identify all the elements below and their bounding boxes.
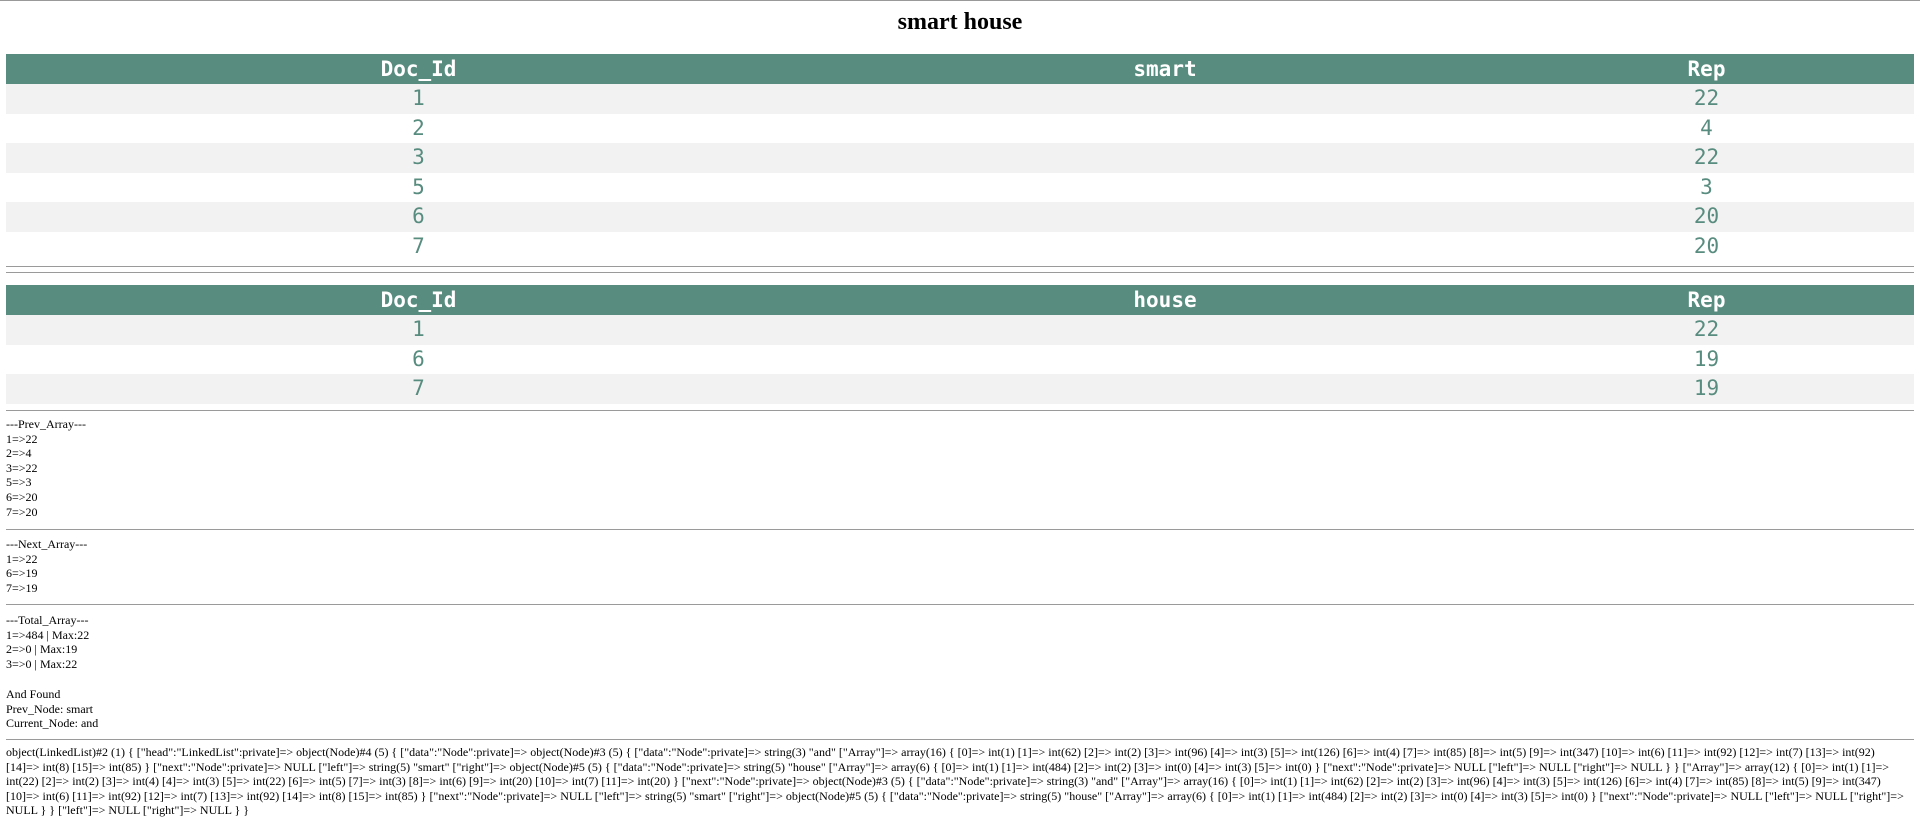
next-array-line: 6=>19 xyxy=(6,566,38,581)
prev-array-line: 2=>4 xyxy=(6,446,32,461)
total-array-block: ---Total_Array--- 1=>484 | Max:22 2=>0 |… xyxy=(6,613,89,671)
next-array-line: 7=>19 xyxy=(6,580,38,595)
total-array-line: 1=>484 | Max:22 xyxy=(6,627,90,642)
column-header-doc-id: Doc_Id xyxy=(6,285,831,315)
smart-results-table: Doc_Id smart Rep 1 22 2 4 3 22 5 3 6 20 … xyxy=(6,54,1914,261)
cell-doc-id: 2 xyxy=(6,113,831,143)
cell-doc-id: 7 xyxy=(6,231,831,261)
column-header-doc-id: Doc_Id xyxy=(6,54,831,84)
prev-array-line: 5=>3 xyxy=(6,475,32,490)
table-row: 6 20 xyxy=(6,202,1914,232)
page-title: smart house xyxy=(897,9,1023,35)
next-array-heading: ---Next_Array--- xyxy=(6,537,88,551)
table-row: 1 22 xyxy=(6,84,1914,114)
table-row: 7 20 xyxy=(6,231,1914,261)
cell-doc-id: 6 xyxy=(6,202,831,232)
cell-rep: 3 xyxy=(1499,172,1914,202)
cell-doc-id: 6 xyxy=(6,344,831,374)
column-header-term: house xyxy=(831,285,1499,315)
prev-array-line: 7=>20 xyxy=(6,504,38,519)
divider xyxy=(6,739,1914,740)
prev-array-line: 6=>20 xyxy=(6,489,38,504)
cell-term xyxy=(831,374,1499,404)
total-array-line: 3=>0 | Max:22 xyxy=(6,656,78,671)
prev-array-heading: ---Prev_Array--- xyxy=(6,417,86,431)
table-row: 5 3 xyxy=(6,172,1914,202)
current-node-status: Current_Node: and xyxy=(6,716,99,731)
found-status: And Found xyxy=(6,687,61,701)
divider xyxy=(6,529,1914,530)
column-header-term: smart xyxy=(831,54,1499,84)
cell-rep: 19 xyxy=(1499,344,1914,374)
prev-array-block: ---Prev_Array--- 1=>22 2=>4 3=>22 5=>3 6… xyxy=(6,417,86,519)
next-array-block: ---Next_Array--- 1=>22 6=>19 7=>19 xyxy=(6,537,87,595)
cell-rep: 22 xyxy=(1499,143,1914,173)
table-row: 6 19 xyxy=(6,344,1914,374)
table-row: 1 22 xyxy=(6,315,1914,345)
cell-term xyxy=(831,315,1499,345)
cell-rep: 20 xyxy=(1499,231,1914,261)
cell-doc-id: 1 xyxy=(6,315,831,345)
linked-list-dump: object(LinkedList)#2 (1) { ["head":"Link… xyxy=(6,745,1904,818)
divider xyxy=(6,272,1914,273)
house-results-table: Doc_Id house Rep 1 22 6 19 7 19 xyxy=(6,285,1914,404)
divider xyxy=(6,410,1914,411)
cell-term xyxy=(831,84,1499,114)
cell-rep: 22 xyxy=(1499,84,1914,114)
table-header-row: Doc_Id smart Rep xyxy=(6,54,1914,84)
column-header-rep: Rep xyxy=(1499,54,1914,84)
divider xyxy=(6,604,1914,605)
cell-doc-id: 3 xyxy=(6,143,831,173)
next-array-line: 1=>22 xyxy=(6,551,38,566)
cell-term xyxy=(831,231,1499,261)
cell-doc-id: 1 xyxy=(6,84,831,114)
total-array-heading: ---Total_Array--- xyxy=(6,613,89,627)
cell-rep: 4 xyxy=(1499,113,1914,143)
divider xyxy=(6,266,1914,267)
cell-doc-id: 5 xyxy=(6,172,831,202)
table-row: 3 22 xyxy=(6,143,1914,173)
cell-doc-id: 7 xyxy=(6,374,831,404)
cell-term xyxy=(831,344,1499,374)
cell-term xyxy=(831,202,1499,232)
status-block: And Found Prev_Node: smart Current_Node:… xyxy=(6,687,98,731)
cell-term xyxy=(831,172,1499,202)
total-array-line: 2=>0 | Max:19 xyxy=(6,642,78,657)
table-header-row: Doc_Id house Rep xyxy=(6,285,1914,315)
prev-node-status: Prev_Node: smart xyxy=(6,701,93,716)
top-rule xyxy=(0,0,1920,1)
cell-rep: 19 xyxy=(1499,374,1914,404)
cell-rep: 22 xyxy=(1499,315,1914,345)
table-row: 7 19 xyxy=(6,374,1914,404)
column-header-rep: Rep xyxy=(1499,285,1914,315)
table-row: 2 4 xyxy=(6,113,1914,143)
cell-term xyxy=(831,113,1499,143)
cell-term xyxy=(831,143,1499,173)
prev-array-line: 1=>22 xyxy=(6,431,38,446)
cell-rep: 20 xyxy=(1499,202,1914,232)
prev-array-line: 3=>22 xyxy=(6,460,38,475)
